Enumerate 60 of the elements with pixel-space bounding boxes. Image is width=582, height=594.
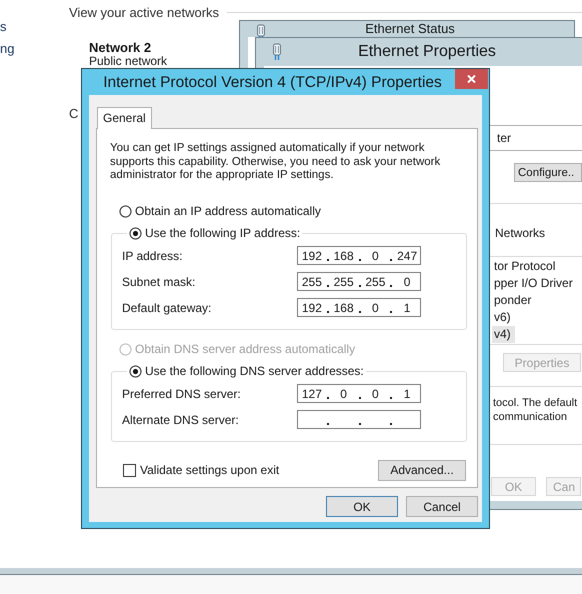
cancel-button[interactable]: Cancel	[406, 496, 478, 517]
checkbox[interactable]	[123, 464, 136, 476]
ip-octet: 255	[300, 274, 323, 288]
ip-octet: 168	[332, 300, 355, 314]
ip-address-field[interactable]: 192 168 0 1	[297, 298, 421, 317]
window-title: Ethernet Status	[364, 21, 456, 36]
dialog-title: Internet Protocol Version 4 (TCP/IPv4) Properties	[102, 73, 443, 93]
network-adapter-icon	[272, 43, 282, 61]
list-item[interactable]: v4)	[492, 326, 515, 343]
checkbox-label[interactable]: Validate settings upon exit	[140, 463, 280, 477]
ip-octet: 0	[371, 386, 380, 400]
ip-address-field[interactable]: 127 0 0 1	[297, 384, 421, 403]
sidebar-link[interactable]: s	[0, 19, 69, 34]
ip-octet: 0	[371, 300, 380, 314]
network-type: Public network	[89, 55, 168, 68]
ip-octet: 0	[402, 274, 412, 288]
field-label: Subnet mask:	[122, 274, 196, 288]
radio-button[interactable]	[129, 226, 142, 240]
intro-text: You can get IP settings assigned automatically if your network supports this capability. Otherwise, you need to ask your network administrator for the appropriate IP settings.	[110, 142, 442, 182]
ip-octet: 168	[332, 248, 355, 262]
ip-octet: 1	[402, 300, 412, 314]
advanced-button[interactable]: Advanced...	[378, 460, 466, 480]
list-item[interactable]: ponder	[492, 292, 536, 309]
tab[interactable]: General	[97, 107, 152, 129]
window-title: Ethernet Properties	[357, 43, 497, 61]
close-icon	[467, 75, 476, 83]
ok-button[interactable]: OK	[326, 496, 398, 517]
section-heading: View your active networks	[69, 5, 220, 20]
section-label: C	[69, 106, 78, 121]
ip-address-field[interactable]: 255 255 255 0	[297, 272, 421, 291]
field-label: Default gateway:	[122, 300, 212, 314]
radio-label[interactable]: Obtain an IP address automatically	[135, 204, 321, 218]
close-button[interactable]	[455, 69, 488, 89]
list-item[interactable]: v6)	[492, 309, 515, 326]
sidebar-link[interactable]: ng	[0, 41, 69, 56]
field-label: Preferred DNS server:	[122, 386, 242, 400]
ip-octet: 127	[300, 386, 323, 400]
ip-address-field[interactable]: 192 168 0 247	[297, 246, 421, 265]
field-label: Alternate DNS server:	[122, 412, 240, 426]
ip-address-field[interactable]	[297, 410, 421, 429]
ip-octet: 192	[300, 248, 323, 262]
list-heading: Networks	[494, 226, 546, 240]
radio-button[interactable]	[129, 364, 142, 378]
ip-octet: 192	[300, 300, 323, 314]
description-text: tocol. The default	[493, 396, 578, 410]
network-name: Network 2	[89, 41, 152, 55]
ip-octet: 0	[371, 248, 380, 262]
radio-label[interactable]: Use the following DNS server addresses:	[145, 364, 364, 378]
description-text: communication	[493, 410, 567, 424]
configure-button[interactable]: Configure..	[514, 163, 582, 182]
ip-octet: 0	[339, 386, 348, 400]
ip-octet: 255	[364, 274, 386, 288]
ip-octet: 247	[396, 248, 418, 262]
radio-label[interactable]: Use the following IP address:	[145, 226, 300, 240]
ip-octet: 1	[402, 386, 412, 400]
list-item[interactable]: tor Protocol	[492, 258, 560, 275]
list-item[interactable]: pper I/O Driver	[492, 275, 577, 292]
radio-button[interactable]	[119, 204, 132, 218]
field-label: IP address:	[122, 248, 184, 262]
ip-octet: 255	[332, 274, 355, 288]
